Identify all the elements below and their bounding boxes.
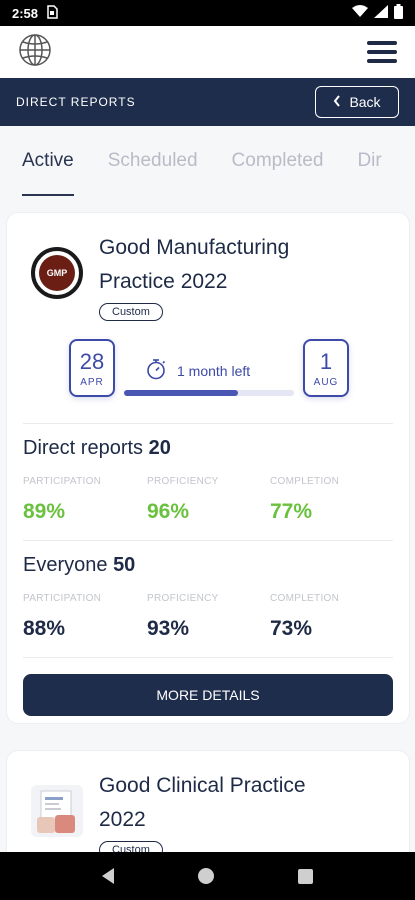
divider bbox=[23, 657, 393, 658]
everyone-count: 50 bbox=[113, 554, 136, 576]
time-progress-track bbox=[124, 390, 294, 396]
tab-scheduled[interactable]: Scheduled bbox=[108, 150, 198, 196]
start-date-day: 28 bbox=[79, 348, 105, 374]
nav-recents-icon[interactable] bbox=[298, 868, 313, 884]
signal-icon bbox=[374, 5, 388, 21]
completion-label: COMPLETION bbox=[270, 593, 340, 604]
tab-completed[interactable]: Completed bbox=[232, 150, 324, 196]
course-title-line2: 2022 bbox=[99, 808, 146, 831]
page-bar: DIRECT REPORTS Back bbox=[0, 78, 415, 126]
end-date: 1 AUG bbox=[303, 339, 349, 397]
start-date: 28 APR bbox=[69, 339, 115, 397]
divider bbox=[23, 423, 393, 424]
direct-reports-proficiency: 96% bbox=[147, 500, 190, 523]
start-date-month: APR bbox=[80, 376, 104, 388]
everyone-proficiency: 93% bbox=[147, 617, 190, 640]
back-button[interactable]: Back bbox=[315, 86, 399, 118]
direct-reports-heading: Direct reports 20 bbox=[23, 437, 171, 460]
more-details-button[interactable]: MORE DETAILS bbox=[23, 674, 393, 716]
tab-dir[interactable]: Dir bbox=[357, 150, 381, 196]
everyone-label: Everyone bbox=[23, 554, 108, 576]
tab-active[interactable]: Active bbox=[22, 150, 74, 196]
end-date-month: AUG bbox=[313, 376, 339, 388]
back-button-label: Back bbox=[349, 94, 381, 110]
direct-reports-count: 20 bbox=[148, 437, 171, 459]
globe-icon[interactable] bbox=[18, 33, 52, 71]
direct-reports-label: Direct reports bbox=[23, 437, 144, 459]
wifi-icon bbox=[352, 5, 368, 21]
battery-icon bbox=[394, 4, 403, 22]
gmp-logo: GMP bbox=[31, 247, 83, 299]
stopwatch-icon bbox=[145, 358, 167, 383]
participation-label: PARTICIPATION bbox=[23, 593, 102, 604]
end-date-day: 1 bbox=[319, 348, 333, 374]
chevron-left-icon bbox=[333, 94, 341, 110]
gmp-logo-text: GMP bbox=[39, 255, 75, 291]
nav-home-icon[interactable] bbox=[198, 868, 214, 884]
status-time: 2:58 bbox=[12, 5, 39, 21]
nav-back-icon[interactable] bbox=[102, 868, 114, 884]
time-progress-fill bbox=[124, 390, 238, 396]
course-title-line1: Good Manufacturing bbox=[99, 236, 290, 259]
hamburger-menu-icon[interactable] bbox=[367, 41, 397, 63]
status-tabs: Active Scheduled Completed Dir bbox=[0, 150, 415, 196]
sim-card-icon bbox=[46, 4, 58, 22]
participation-label: PARTICIPATION bbox=[23, 476, 102, 487]
gcp-book-image bbox=[31, 785, 83, 837]
proficiency-label: PROFICIENCY bbox=[147, 476, 219, 487]
everyone-heading: Everyone 50 bbox=[23, 554, 135, 577]
course-title-line1: Good Clinical Practice bbox=[99, 774, 306, 797]
divider bbox=[23, 540, 393, 541]
direct-reports-participation: 89% bbox=[23, 500, 66, 523]
page-title: DIRECT REPORTS bbox=[16, 95, 136, 109]
app-header bbox=[0, 26, 415, 78]
direct-reports-completion: 77% bbox=[270, 500, 313, 523]
course-title-line2: Practice 2022 bbox=[99, 270, 228, 293]
completion-label: COMPLETION bbox=[270, 476, 340, 487]
system-nav-bar bbox=[0, 852, 415, 900]
everyone-participation: 88% bbox=[23, 617, 66, 640]
status-bar: 2:58 bbox=[0, 0, 415, 26]
time-left-label: 1 month left bbox=[177, 362, 251, 379]
custom-badge: Custom bbox=[99, 303, 163, 321]
course-card: GMP Good Manufacturing Practice 2022 Cus… bbox=[6, 212, 410, 724]
proficiency-label: PROFICIENCY bbox=[147, 593, 219, 604]
time-left: 1 month left bbox=[145, 358, 250, 383]
everyone-completion: 73% bbox=[270, 617, 313, 640]
